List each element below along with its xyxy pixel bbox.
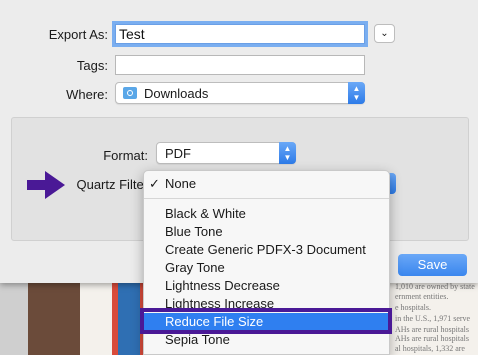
format-label: Format:: [103, 148, 148, 163]
export-as-label: Export As:: [48, 27, 108, 42]
document-blue-bar: [118, 283, 140, 355]
checkmark-icon: ✓: [149, 176, 160, 191]
up-down-chevron-icon: ▲ ▼: [348, 82, 365, 104]
annotation-highlight-box: [140, 308, 392, 334]
format-popup[interactable]: PDF ▲ ▼: [156, 142, 296, 164]
menu-separator: [144, 198, 389, 199]
menu-item-create-pdfx3[interactable]: Create Generic PDFX-3 Document: [144, 241, 389, 259]
folder-icon: [123, 87, 137, 99]
up-down-chevron-icon: ▲ ▼: [279, 142, 296, 164]
format-value: PDF: [165, 146, 191, 161]
export-as-input[interactable]: [116, 25, 364, 43]
where-popup[interactable]: Downloads ▲ ▼: [115, 82, 365, 104]
save-button[interactable]: Save: [398, 254, 467, 276]
tags-label: Tags:: [76, 58, 108, 73]
menu-item-black-white[interactable]: Black & White: [144, 205, 389, 223]
chevron-down-icon: ⌄: [380, 28, 389, 39]
menu-item-none[interactable]: ✓ None: [144, 175, 389, 193]
menu-item-blue-tone[interactable]: Blue Tone: [144, 223, 389, 241]
export-as-field[interactable]: [115, 24, 365, 44]
quartz-filter-label: Quartz Filter: [76, 177, 148, 192]
where-value: Downloads: [144, 86, 209, 101]
arrow-right-icon: [27, 171, 65, 199]
tags-field[interactable]: [115, 55, 365, 75]
menu-item-lightness-decrease[interactable]: Lightness Decrease: [144, 277, 389, 295]
where-label: Where:: [66, 87, 108, 102]
menu-item-label: None: [165, 176, 197, 191]
tags-input[interactable]: [116, 56, 364, 74]
expand-dialog-button[interactable]: ⌄: [374, 24, 395, 43]
document-text-line: al hospitals, 1,332 are: [395, 344, 465, 353]
menu-item-gray-tone[interactable]: Gray Tone: [144, 259, 389, 277]
